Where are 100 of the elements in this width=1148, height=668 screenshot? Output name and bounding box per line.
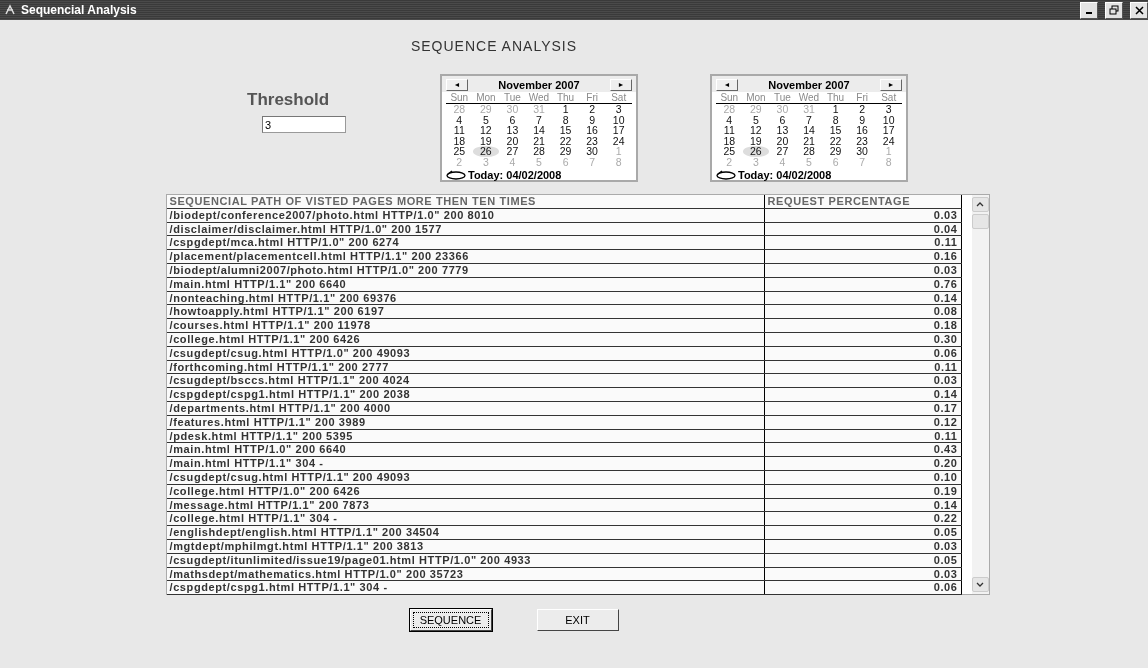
calendar-day[interactable]: 24: [605, 135, 632, 147]
weekday-label: Thu: [822, 92, 849, 104]
calendar-day[interactable]: 19: [742, 135, 770, 147]
calendar-day[interactable]: 15: [822, 125, 849, 136]
calendar-day[interactable]: 9: [578, 114, 606, 126]
calendar-day[interactable]: 14: [525, 125, 553, 136]
table-cell: /cspgdept/cspg1.html HTTP/1.1" 304 -: [166, 581, 765, 595]
calendar-day[interactable]: 10: [875, 114, 902, 126]
calendar-day[interactable]: 28: [525, 146, 553, 157]
calendar-day[interactable]: 3: [875, 104, 902, 115]
table-cell: 0.20: [764, 457, 962, 470]
calendar-day[interactable]: 16: [578, 125, 606, 136]
calendar-day[interactable]: 17: [875, 125, 902, 136]
today-label[interactable]: Today: 04/02/2008: [738, 168, 832, 181]
calendar-day[interactable]: 21: [795, 135, 823, 147]
calendar-day[interactable]: 4: [446, 114, 473, 126]
calendar-day[interactable]: 12: [472, 125, 500, 136]
today-marker-icon: [716, 169, 736, 180]
calendar-day[interactable]: 2: [578, 104, 606, 115]
sequence-button[interactable]: SEQUENCE: [409, 609, 492, 631]
calendar-day[interactable]: 26: [472, 146, 500, 157]
calendar-day[interactable]: 5: [472, 114, 500, 126]
calendar-day[interactable]: 25: [716, 146, 743, 157]
calendar-day[interactable]: 6: [499, 114, 526, 126]
weekday-label: Sun: [446, 92, 473, 104]
scroll-up-button[interactable]: [971, 197, 989, 212]
calendar-day[interactable]: 27: [769, 146, 796, 157]
calendar-day[interactable]: 12: [742, 125, 770, 136]
table-cell: /main.html HTTP/1.0" 200 6640: [166, 443, 765, 457]
calendar-day[interactable]: 5: [742, 114, 770, 126]
calendar-day[interactable]: 20: [499, 135, 526, 147]
calendar-day[interactable]: 3: [605, 104, 632, 115]
restore-button[interactable]: [1105, 1, 1123, 19]
calendar-day[interactable]: 9: [848, 114, 876, 126]
today-label[interactable]: Today: 04/02/2008: [468, 168, 562, 181]
calendar-day[interactable]: 18: [446, 135, 473, 147]
calendar-day[interactable]: 13: [769, 125, 796, 136]
app-icon: [4, 4, 16, 16]
close-icon: [1134, 5, 1144, 15]
table-cell: 0.11: [764, 236, 962, 250]
threshold-label: Threshold: [247, 90, 330, 110]
calendar-day[interactable]: 1: [822, 104, 849, 115]
weekday-label: Tue: [499, 92, 526, 104]
exit-button[interactable]: EXIT: [536, 609, 619, 631]
calendar-day[interactable]: 24: [875, 135, 902, 147]
calendar-day[interactable]: 17: [605, 125, 632, 136]
calendar-day[interactable]: 8: [822, 114, 849, 126]
table-cell: 0.22: [764, 512, 962, 526]
calendar-day[interactable]: 2: [848, 104, 876, 115]
calendar-day[interactable]: 18: [716, 135, 743, 147]
calendar-day[interactable]: 30: [578, 146, 606, 157]
close-button[interactable]: [1130, 1, 1148, 19]
calendar-day[interactable]: 26: [742, 146, 770, 157]
table-cell: /cspgdept/cspg1.html HTTP/1.1" 200 2038: [166, 388, 765, 401]
calendar-day[interactable]: 7: [795, 114, 823, 126]
table-cell: /courses.html HTTP/1.1" 200 11978: [166, 319, 765, 332]
table-cell: 0.08: [764, 305, 962, 319]
calendar-day[interactable]: 22: [822, 135, 849, 147]
calendar-day[interactable]: 11: [716, 125, 743, 136]
table-cell: 0.06: [764, 581, 962, 595]
calendar-day[interactable]: 27: [499, 146, 526, 157]
calendar-day[interactable]: 25: [446, 146, 473, 157]
restore-icon: [1109, 5, 1119, 15]
threshold-field[interactable]: 3: [262, 116, 346, 133]
scroll-down-button[interactable]: [971, 577, 989, 592]
calendar-day[interactable]: 20: [769, 135, 796, 147]
table-cell: /cspgdept/mca.html HTTP/1.0" 200 6274: [166, 236, 765, 250]
calendar-day[interactable]: 14: [795, 125, 823, 136]
calendar-day[interactable]: 19: [472, 135, 500, 147]
table-cell: /csugdept/bsccs.html HTTP/1.1" 200 4024: [166, 374, 765, 388]
table-cell: /placement/placementcell.html HTTP/1.1" 200 23366: [166, 250, 765, 263]
calendar-day[interactable]: 23: [578, 135, 606, 147]
calendar-day[interactable]: 28: [795, 146, 823, 157]
calendar-day[interactable]: 6: [769, 114, 796, 126]
calendar-day[interactable]: 15: [552, 125, 579, 136]
calendar-day[interactable]: 11: [446, 125, 473, 136]
calendar-day[interactable]: 1: [552, 104, 579, 115]
calendar-day[interactable]: 30: [848, 146, 876, 157]
table-cell: 0.03: [764, 374, 962, 388]
weekday-label: Tue: [769, 92, 796, 104]
calendar-day[interactable]: 16: [848, 125, 876, 136]
calendar-day[interactable]: 21: [525, 135, 553, 147]
calendar-day[interactable]: 4: [716, 114, 743, 126]
calendar-day[interactable]: 29: [822, 146, 849, 157]
scroll-thumb[interactable]: [971, 214, 989, 229]
calendar-day[interactable]: 13: [499, 125, 526, 136]
calendar-day[interactable]: 22: [552, 135, 579, 147]
weekday-label: Fri: [578, 92, 606, 104]
scrollbar[interactable]: [971, 195, 989, 594]
calendar-day[interactable]: 8: [552, 114, 579, 126]
table-cell: 0.16: [764, 250, 962, 263]
chevron-down-icon: [976, 582, 984, 587]
calendar-day[interactable]: 29: [552, 146, 579, 157]
weekday-label: Sun: [716, 92, 743, 104]
calendar-day[interactable]: 23: [848, 135, 876, 147]
weekday-label: Wed: [795, 92, 823, 104]
calendar-day[interactable]: 10: [605, 114, 632, 126]
calendar-day[interactable]: 7: [525, 114, 553, 126]
table-cell: 0.14: [764, 388, 962, 401]
minimize-button[interactable]: [1080, 1, 1098, 19]
